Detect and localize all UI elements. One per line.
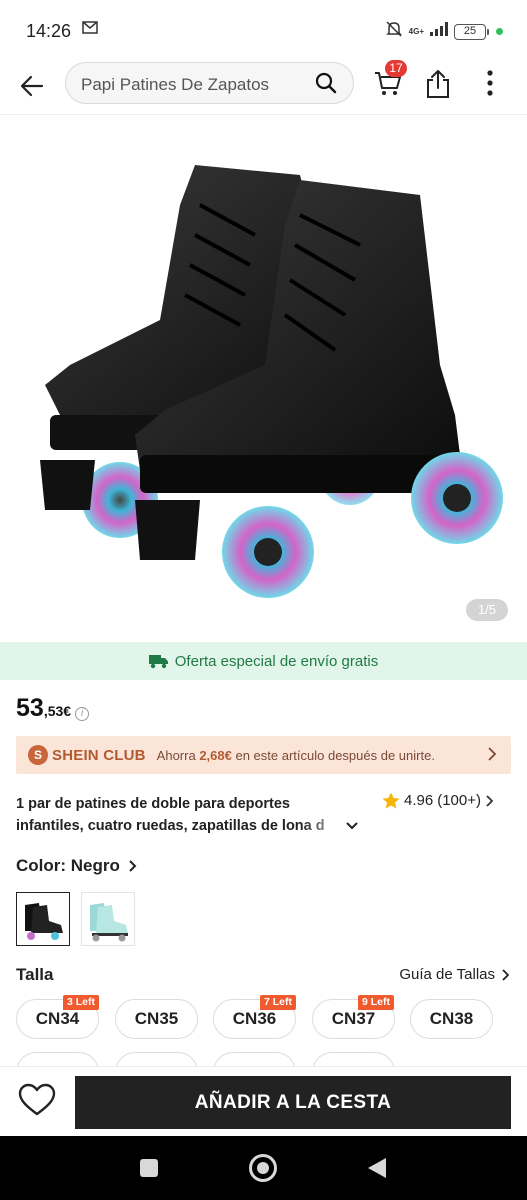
price-decimal: ,53€ [43, 703, 72, 719]
mute-icon [385, 20, 403, 43]
product-rating[interactable]: 4.96 (100+) [382, 792, 495, 809]
size-title: Talla [16, 965, 54, 984]
heart-icon [18, 1083, 56, 1116]
size-guide-label: Guía de Tallas [399, 966, 495, 983]
cart-count-badge: 17 [385, 60, 407, 77]
review-count: (100+) [437, 792, 481, 809]
rating-value: 4.96 [404, 792, 434, 809]
chevron-right-icon [129, 860, 137, 872]
product-price: 53 ,53€ i [16, 694, 90, 723]
share-button[interactable] [424, 68, 456, 102]
share-icon [427, 70, 449, 98]
shein-club-banner[interactable]: S SHEIN CLUB Ahorra 2,68€ en este artícu… [16, 736, 511, 774]
home-icon[interactable] [249, 1154, 277, 1182]
bottom-action-bar: AÑADIR A LA CESTA [0, 1066, 527, 1136]
search-icon[interactable] [315, 72, 337, 99]
chevron-right-icon [486, 794, 494, 807]
color-label: Color: Negro [16, 856, 120, 875]
info-icon[interactable]: i [75, 707, 90, 721]
wishlist-button[interactable] [18, 1083, 58, 1123]
arrow-left-icon [20, 75, 44, 97]
size-guide-link[interactable]: Guía de Tallas [399, 966, 511, 983]
title-fade [300, 815, 380, 837]
black-skate-thumbnail [25, 903, 63, 940]
back-triangle-icon[interactable] [368, 1158, 386, 1178]
shein-club-message: Ahorra 2,68€ en este artículo después de… [156, 747, 435, 763]
status-time: 14:26 [26, 21, 72, 41]
status-bar: 14:26 4G+ 25 [0, 0, 527, 60]
color-swatch-black[interactable] [16, 892, 70, 946]
mint-skate-thumbnail [90, 903, 128, 942]
product-title-line-1: 1 par de patines de doble para deportes [16, 796, 290, 812]
color-swatch-mint[interactable] [81, 892, 135, 946]
shein-club-logo-icon: S [28, 745, 48, 765]
more-options-button[interactable] [478, 68, 502, 102]
shein-club-name: SHEIN CLUB [52, 746, 146, 764]
more-vertical-icon [487, 70, 493, 96]
stock-left-tag: 9 Left [358, 995, 395, 1010]
system-navigation-bar [0, 1136, 527, 1200]
chevron-right-icon [487, 746, 497, 767]
size-option-cn38[interactable]: CN38 [410, 999, 493, 1039]
battery-icon: 25 [454, 23, 489, 40]
color-selector-header[interactable]: Color: Negro [16, 856, 138, 876]
mail-icon [82, 21, 98, 39]
search-query: Papi Patines De Zapatos [81, 75, 270, 94]
stock-left-tag: 7 Left [260, 995, 297, 1010]
size-option-cn35[interactable]: CN35 [115, 999, 198, 1039]
status-indicators: 4G+ 25 [385, 20, 503, 43]
network-label: 4G+ [408, 26, 424, 36]
search-input[interactable]: Papi Patines De Zapatos [65, 62, 354, 104]
truck-icon [148, 654, 168, 668]
privacy-indicator-icon [496, 28, 503, 35]
free-shipping-text: Oferta especial de envío gratis [174, 652, 379, 670]
add-to-cart-button[interactable]: AÑADIR A LA CESTA [75, 1076, 511, 1129]
stock-left-tag: 3 Left [63, 995, 100, 1010]
savings-amount: 2,68€ [199, 747, 232, 763]
back-button[interactable] [16, 70, 48, 102]
roller-skates-image [40, 165, 503, 598]
star-icon [382, 792, 400, 809]
product-image-gallery[interactable]: 1/5 [0, 114, 527, 642]
image-counter: 1/5 [466, 599, 508, 621]
product-title: 1 par de patines de doble para deportes … [16, 793, 380, 837]
expand-title-chevron-down-icon[interactable] [345, 818, 359, 836]
price-integer: 53 [16, 694, 44, 722]
signal-icon [430, 22, 448, 41]
recent-apps-icon[interactable] [140, 1159, 158, 1177]
free-shipping-banner: Oferta especial de envío gratis [0, 642, 527, 680]
chevron-right-icon [502, 968, 510, 981]
top-app-bar: Papi Patines De Zapatos 17 [0, 60, 527, 114]
